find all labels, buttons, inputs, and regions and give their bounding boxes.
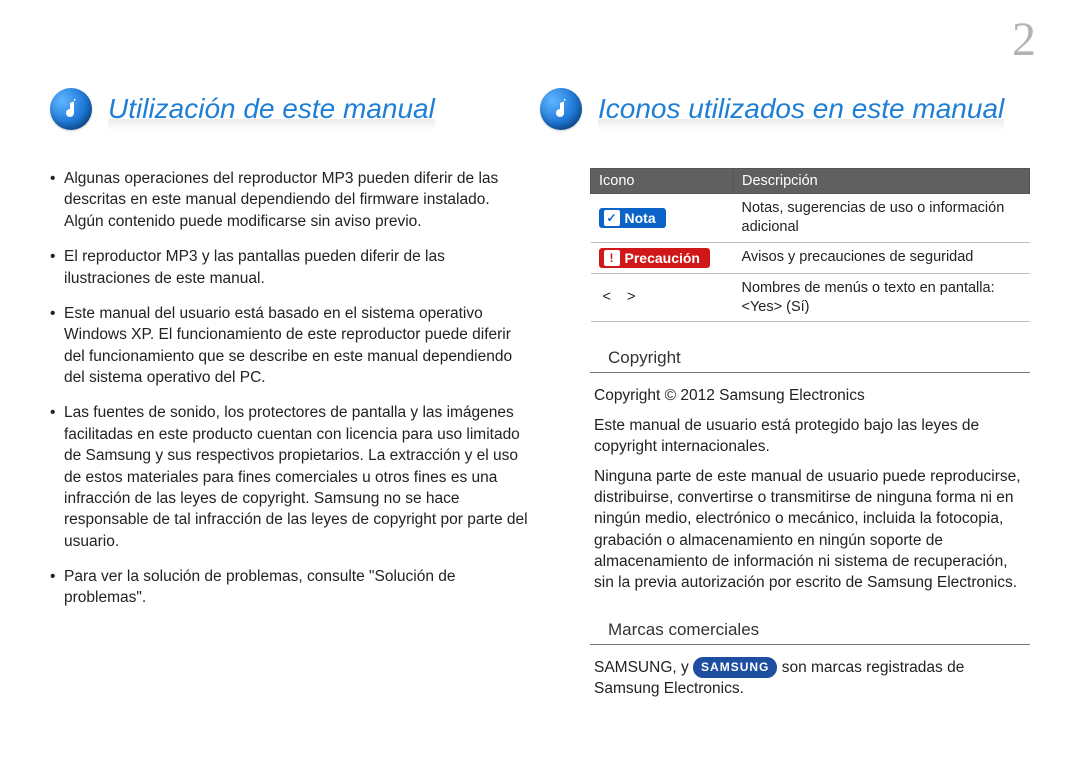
table-header-icon: Icono (591, 169, 734, 194)
icon-cell-precaucion: ! Precaución (591, 242, 734, 273)
desc-cell: Notas, sugerencias de uso o información … (734, 194, 1030, 243)
list-item: Algunas operaciones del reproductor MP3 … (50, 168, 530, 232)
heading-row: Utilización de este manual Iconos utiliz… (50, 88, 1030, 130)
list-item: Las fuentes de sonido, los protectores d… (50, 402, 530, 552)
music-note-icon (50, 88, 92, 130)
trademarks-title: Marcas comerciales (590, 620, 1030, 645)
copyright-line: Ninguna parte de este manual de usuario … (594, 466, 1026, 594)
table-header-row: Icono Descripción (591, 169, 1030, 194)
nota-label: Nota (625, 211, 656, 225)
right-column: Icono Descripción ✓ Nota Notas, sugerenc… (590, 168, 1030, 700)
table-row: ✓ Nota Notas, sugerencias de uso o infor… (591, 194, 1030, 243)
precaucion-label: Precaución (625, 251, 700, 265)
nota-badge: ✓ Nota (599, 208, 666, 228)
manual-page: 2 Utilización de este manual Iconos util… (0, 0, 1080, 762)
precaucion-badge: ! Precaución (599, 248, 710, 268)
left-column: Algunas operaciones del reproductor MP3 … (50, 168, 530, 700)
check-icon: ✓ (604, 210, 620, 226)
trademarks-prefix: SAMSUNG, y (594, 659, 693, 676)
list-item: Este manual del usuario está basado en e… (50, 303, 530, 389)
table-header-desc: Descripción (734, 169, 1030, 194)
warning-icon: ! (604, 250, 620, 266)
list-item: El reproductor MP3 y las pantallas puede… (50, 246, 530, 289)
copyright-line: Este manual de usuario está protegido ba… (594, 415, 1026, 458)
trademarks-body: SAMSUNG, y SAMSUNG son marcas registrada… (590, 657, 1030, 700)
page-number: 2 (1012, 12, 1036, 67)
samsung-logo: SAMSUNG (693, 657, 777, 678)
heading-icons-used: Iconos utilizados en este manual (540, 88, 1030, 130)
icon-cell-nota: ✓ Nota (591, 194, 734, 243)
music-note-icon (540, 88, 582, 130)
trademarks-section: Marcas comerciales SAMSUNG, y SAMSUNG so… (590, 620, 1030, 700)
icon-cell-angle: < > (591, 273, 734, 322)
list-item: Para ver la solución de problemas, consu… (50, 566, 530, 609)
bullet-list: Algunas operaciones del reproductor MP3 … (50, 168, 530, 609)
icon-table: Icono Descripción ✓ Nota Notas, sugerenc… (590, 168, 1030, 322)
desc-cell: Avisos y precauciones de seguridad (734, 242, 1030, 273)
content-columns: Algunas operaciones del reproductor MP3 … (50, 168, 1030, 700)
desc-cell: Nombres de menús o texto en pantalla: <Y… (734, 273, 1030, 322)
table-row: < > Nombres de menús o texto en pantalla… (591, 273, 1030, 322)
copyright-section: Copyright Copyright © 2012 Samsung Elect… (590, 348, 1030, 593)
copyright-line: Copyright © 2012 Samsung Electronics (594, 385, 1026, 406)
copyright-title: Copyright (590, 348, 1030, 373)
table-row: ! Precaución Avisos y precauciones de se… (591, 242, 1030, 273)
heading-using-manual: Utilización de este manual (50, 88, 480, 130)
heading-text: Iconos utilizados en este manual (598, 93, 1004, 125)
copyright-body: Copyright © 2012 Samsung Electronics Est… (590, 385, 1030, 593)
heading-text: Utilización de este manual (108, 93, 435, 125)
